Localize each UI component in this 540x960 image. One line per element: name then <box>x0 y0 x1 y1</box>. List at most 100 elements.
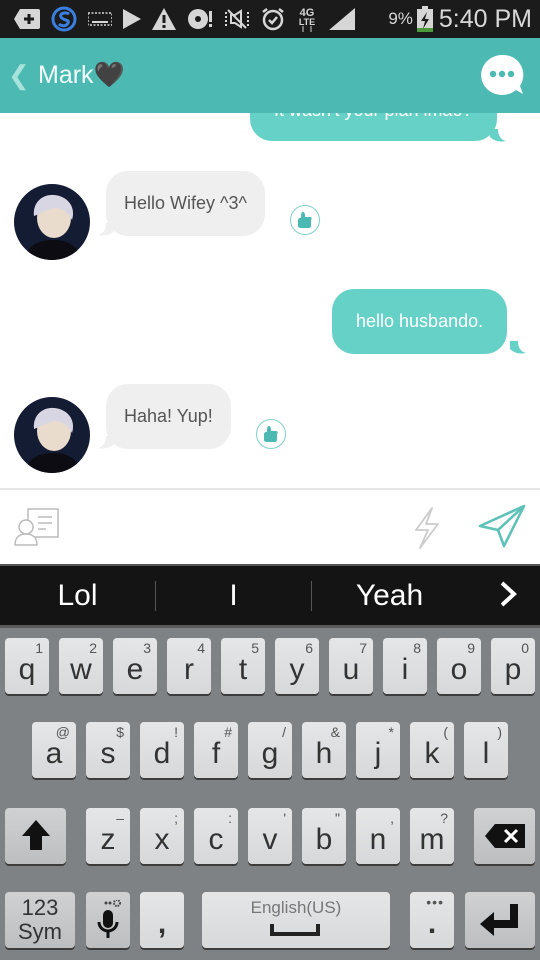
key-label: i <box>401 653 409 686</box>
key-k[interactable]: (k <box>410 722 454 778</box>
key-label: x <box>154 823 170 856</box>
key-sub-label: 1 <box>35 640 43 656</box>
key-p[interactable]: 0p <box>491 638 535 694</box>
key-w[interactable]: 2w <box>59 638 103 694</box>
key-e[interactable]: 3e <box>113 638 157 694</box>
period-key[interactable]: ••• . <box>410 892 454 948</box>
symbols-key[interactable]: 123 Sym <box>5 892 75 948</box>
key-sub-label: # <box>224 724 232 740</box>
key-d[interactable]: ! d <box>140 722 184 778</box>
send-icon <box>478 504 526 548</box>
key-m[interactable]: ? m <box>410 808 454 864</box>
key-y[interactable]: 6y <box>275 638 319 694</box>
key-sub-label: & <box>330 724 340 740</box>
key-o[interactable]: 9o <box>437 638 481 694</box>
bubble-tail <box>98 436 114 449</box>
comma-key[interactable]: , <box>140 892 184 948</box>
message-text: hello husbando. <box>356 311 484 331</box>
key-label: j <box>374 737 382 770</box>
backspace-key[interactable] <box>474 808 535 864</box>
key-a[interactable]: @ a <box>32 722 76 778</box>
key-z[interactable]: – z <box>86 808 130 864</box>
key-sub-label: 8 <box>413 640 421 656</box>
suggestion-item[interactable]: Yeah <box>312 566 467 625</box>
key-q[interactable]: 1q <box>5 638 49 694</box>
key-b[interactable]: " b <box>302 808 346 864</box>
enter-arrow-icon <box>480 904 518 936</box>
avatar[interactable] <box>14 397 90 473</box>
battery-percent: 9% <box>388 9 413 28</box>
contact-card-button[interactable] <box>14 508 60 551</box>
back-button[interactable]: ❮ <box>8 60 30 91</box>
key-c[interactable]: :c <box>194 808 238 864</box>
key-t[interactable]: 5t <box>221 638 265 694</box>
key-sub-label: ; <box>174 810 178 826</box>
send-button[interactable] <box>478 504 526 553</box>
key-sub-label: 4 <box>197 640 205 656</box>
key-sub-label: ••• <box>426 894 444 910</box>
symbols-key-label-2: Sym <box>18 919 62 944</box>
key-label: r <box>184 653 194 686</box>
key-label: a <box>45 737 63 770</box>
message-input-bar[interactable] <box>0 488 540 564</box>
enter-key[interactable] <box>465 892 535 948</box>
key-label: p <box>504 653 522 686</box>
avatar[interactable] <box>14 184 90 260</box>
quick-reply-button[interactable] <box>410 506 444 555</box>
key-label: , <box>157 907 167 940</box>
voice-input-key[interactable] <box>86 892 130 948</box>
thumbs-up-icon <box>298 212 312 228</box>
key-sub-label: " <box>335 810 340 826</box>
lightning-icon <box>415 507 439 549</box>
key-sub-label: @ <box>55 724 70 740</box>
message-text: Hello Wifey ^3^ <box>124 193 247 213</box>
key-v[interactable]: ' v <box>248 808 292 864</box>
key-sub-label: 6 <box>305 640 313 656</box>
space-key[interactable]: English(US) <box>202 892 390 948</box>
key-label: h <box>315 737 333 770</box>
key-g[interactable]: / g <box>248 722 292 778</box>
shift-key[interactable] <box>5 808 66 864</box>
key-sub-label: ' <box>283 810 286 826</box>
key-s[interactable]: $ s <box>86 722 130 778</box>
chat-more-button[interactable] <box>480 54 524 96</box>
key-sub-label: $ <box>116 724 124 740</box>
message-text: It wasn't your plan lmao? <box>274 113 473 121</box>
chat-header: ❮ Mark 🖤 <box>0 38 540 113</box>
key-label: c <box>208 823 224 856</box>
key-i[interactable]: 8i <box>383 638 427 694</box>
key-label: f <box>211 737 221 770</box>
key-label: s <box>100 737 116 770</box>
key-j[interactable]: * j <box>356 722 400 778</box>
key-u[interactable]: 7u <box>329 638 373 694</box>
like-button[interactable] <box>290 205 320 235</box>
key-l[interactable]: ) l <box>464 722 508 778</box>
like-button[interactable] <box>256 419 286 449</box>
add-notification-icon <box>14 7 40 31</box>
key-label: g <box>261 737 279 770</box>
key-sub-label: / <box>282 724 286 740</box>
key-h[interactable]: & h <box>302 722 346 778</box>
key-label: l <box>482 737 490 770</box>
shift-arrow-icon <box>21 820 50 850</box>
key-label: n <box>369 823 387 856</box>
key-label: e <box>126 653 144 686</box>
key-sub-label: ( <box>443 724 448 740</box>
key-x[interactable]: ; x <box>140 808 184 864</box>
key-sub-label: 0 <box>521 640 529 656</box>
key-label: o <box>450 653 468 686</box>
key-label: b <box>315 823 333 856</box>
key-sub-label: ) <box>497 724 502 740</box>
key-f[interactable]: # f <box>194 722 238 778</box>
message-list[interactable]: It wasn't your plan lmao? Hello Wifey ^3… <box>0 113 540 488</box>
key-sub-label: 3 <box>143 640 151 656</box>
contact-card-icon <box>14 508 59 546</box>
key-n[interactable]: ,n <box>356 808 400 864</box>
key-r[interactable]: 4r <box>167 638 211 694</box>
suggestion-item[interactable]: Lol <box>0 566 155 625</box>
alarm-icon <box>261 7 285 31</box>
battery-charging-icon <box>416 6 433 32</box>
key-sub-label: 2 <box>89 640 97 656</box>
suggestion-item[interactable]: I <box>156 566 311 625</box>
more-suggestions-chevron-icon[interactable] <box>498 580 518 616</box>
